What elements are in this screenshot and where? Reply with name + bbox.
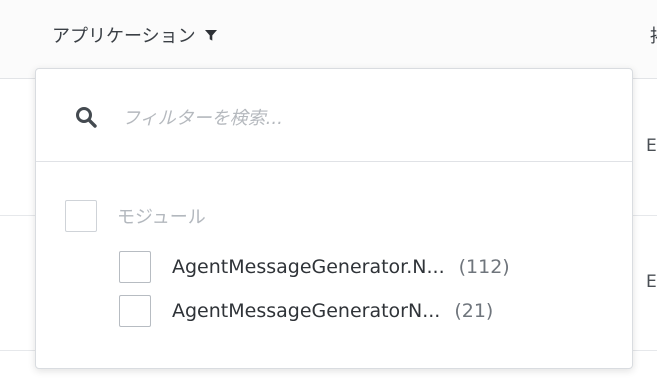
option-count: (112) bbox=[458, 256, 510, 278]
filter-group-module[interactable]: モジュール bbox=[65, 199, 206, 233]
option-checkbox[interactable] bbox=[119, 295, 151, 327]
next-column-header-partial[interactable]: 掲 bbox=[650, 22, 657, 48]
filter-popover: モジュール AgentMessageGenerator.N... (112) A… bbox=[35, 68, 633, 369]
group-label: モジュール bbox=[117, 207, 206, 228]
filter-option[interactable]: AgentMessageGeneratorN... (21) bbox=[119, 294, 493, 328]
option-checkbox[interactable] bbox=[119, 251, 151, 283]
column-header-application[interactable]: アプリケーション bbox=[52, 18, 218, 52]
table-cell-partial: E bbox=[646, 136, 657, 156]
group-checkbox[interactable] bbox=[65, 200, 97, 232]
filter-search-area bbox=[36, 69, 632, 162]
option-label: AgentMessageGenerator.N... bbox=[172, 256, 445, 278]
filter-icon[interactable] bbox=[204, 28, 218, 42]
option-count: (21) bbox=[454, 300, 494, 322]
option-label: AgentMessageGeneratorN... bbox=[172, 300, 441, 322]
table-cell-partial: E bbox=[646, 272, 657, 292]
filter-search-input[interactable] bbox=[120, 97, 604, 139]
column-header-label: アプリケーション bbox=[52, 26, 196, 47]
search-icon bbox=[76, 107, 97, 128]
filter-option[interactable]: AgentMessageGenerator.N... (112) bbox=[119, 250, 510, 284]
